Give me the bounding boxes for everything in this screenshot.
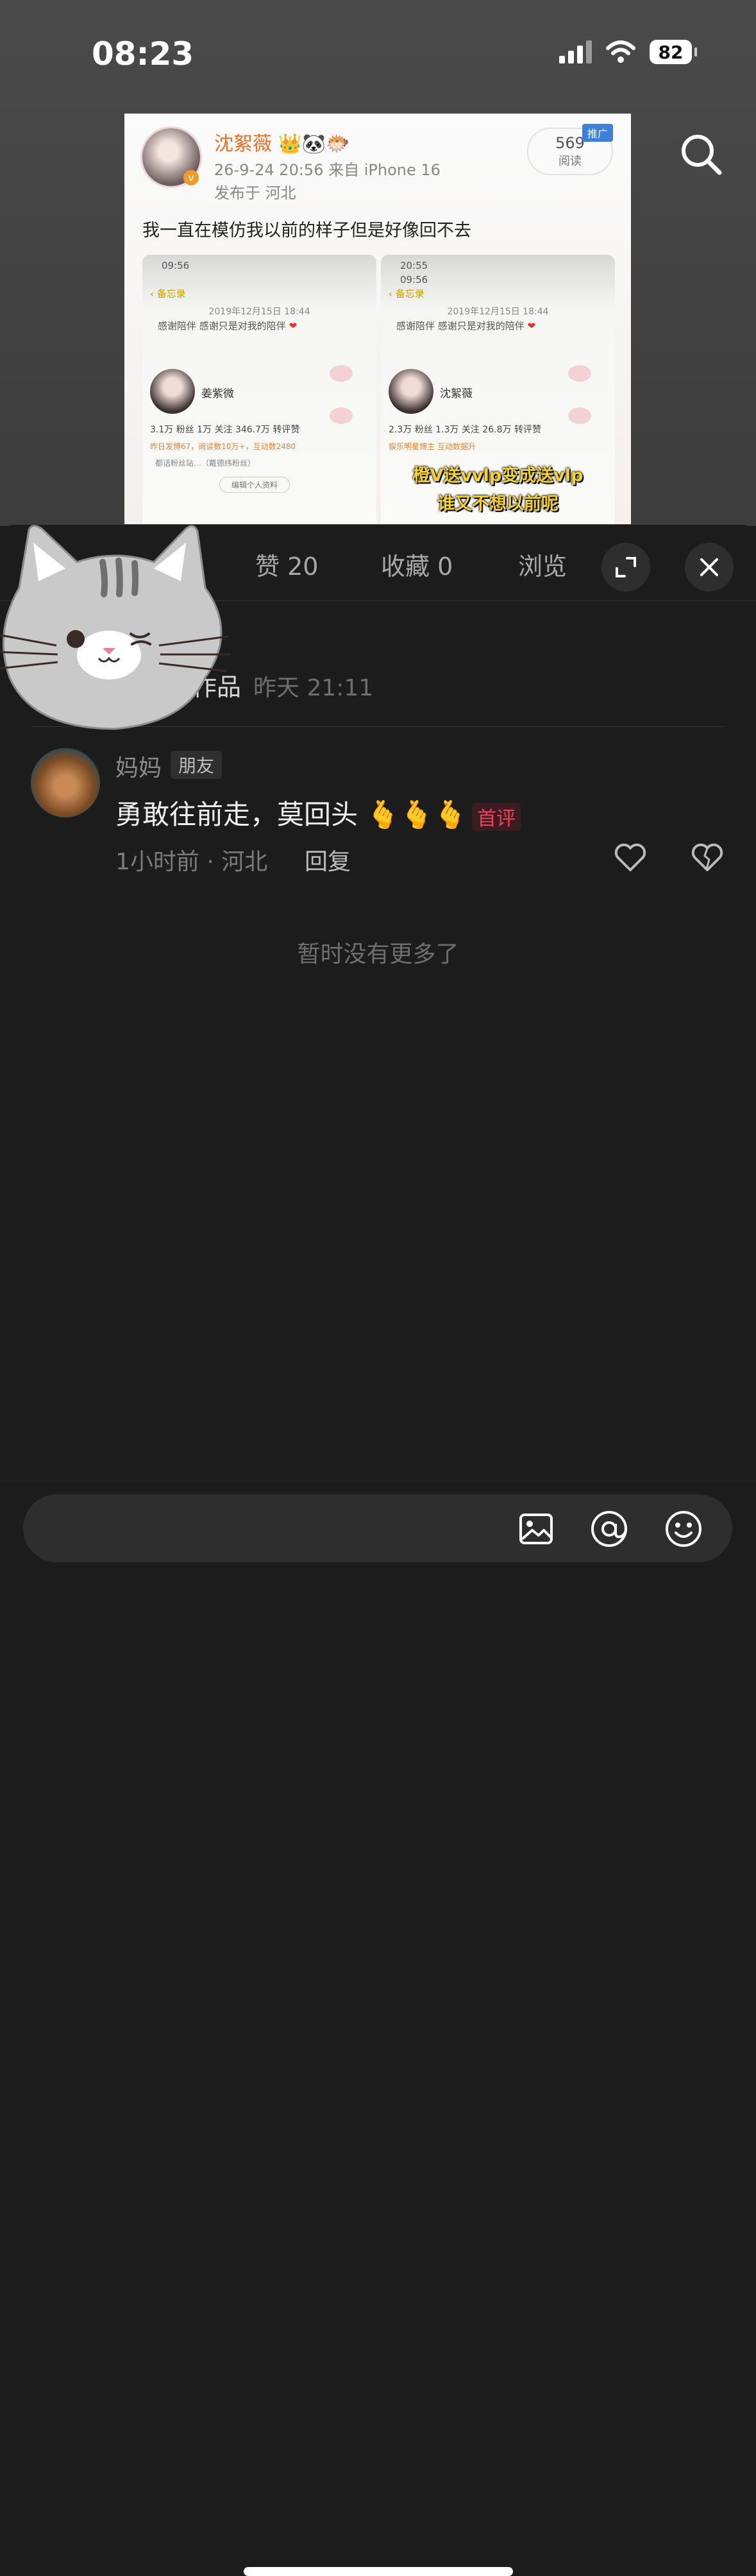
reply-button[interactable]: 回复	[305, 843, 351, 876]
shot-date: 2019年12月15日 18:44	[447, 307, 549, 317]
close-icon	[700, 558, 718, 576]
verified-badge-icon: v	[183, 170, 199, 185]
first-comment-tag: 首评	[472, 802, 521, 831]
post-meta-location: 发布于 河北	[214, 184, 296, 202]
embedded-screenshot-right: 20:55 09:56 ‹ 备忘录 2019年12月15日 18:44 感谢陪伴…	[381, 255, 615, 524]
shot-thanks: 感谢陪伴 感谢只是对我的陪伴 ❤	[158, 320, 298, 332]
comment-input-bar	[0, 1481, 756, 2576]
tab-favorites[interactable]: 收藏 0	[381, 547, 453, 582]
shot-name: 姜紫微	[201, 388, 234, 400]
shot-orange-line: 娱乐明星博主 互动数据升	[389, 442, 476, 451]
pig-sticker-icon	[568, 407, 591, 424]
broken-heart-icon[interactable]	[689, 839, 725, 875]
at-mention-icon[interactable]	[589, 1508, 630, 1549]
search-icon[interactable]	[678, 132, 723, 176]
emoji-icon[interactable]	[663, 1508, 704, 1549]
overlay-caption-1: 橙V送vvlp变成送vlp	[412, 466, 584, 486]
signal-icon	[559, 40, 592, 64]
commenter-avatar[interactable]	[31, 748, 100, 817]
comment-meta: 1小时前 · 河北	[115, 849, 268, 875]
shot-time: 09:56	[162, 260, 190, 271]
poster-name: 沈絮薇 👑🐼🐡	[214, 133, 350, 155]
pig-sticker-icon	[568, 365, 591, 382]
comment-input[interactable]	[62, 1512, 449, 1546]
embedded-screenshot-left: 09:56 ‹ 备忘录 2019年12月15日 18:44 感谢陪伴 感谢只是对…	[142, 255, 376, 524]
shot-name: 沈絮薇	[440, 388, 473, 400]
shot-time-2: 09:56	[400, 274, 428, 286]
status-icons: 82	[559, 40, 697, 64]
pig-sticker-icon	[330, 365, 353, 382]
shot-back-label: ‹ 备忘录	[150, 288, 186, 300]
image-icon[interactable]	[516, 1508, 557, 1549]
expand-button[interactable]	[601, 543, 650, 592]
no-more-text: 暂时没有更多了	[297, 941, 459, 968]
wifi-icon	[606, 40, 635, 63]
read-label: 阅读	[559, 155, 582, 168]
overlay-caption-2: 谁又不想以前呢	[437, 494, 559, 514]
shot-grey-line: 都话粉丝站…（戴德纬粉丝）	[155, 459, 256, 468]
status-time: 08:23	[92, 35, 194, 73]
tab-likes[interactable]: 赞 20	[255, 547, 318, 582]
shot-avatar	[150, 369, 195, 414]
home-indicator	[244, 2567, 513, 2576]
close-button[interactable]	[685, 543, 734, 592]
cat-sticker-icon	[0, 525, 231, 730]
shot-time: 20:55	[400, 260, 428, 271]
battery-icon: 82	[650, 40, 697, 64]
crown-emoji-icon: 👑🐼🐡	[278, 133, 350, 155]
promo-tag: 推广	[582, 124, 613, 142]
comment-input-pill[interactable]	[23, 1494, 732, 1562]
author-post-time: 昨天 21:11	[253, 675, 374, 701]
post-preview-area: 08:23 82 v 沈絮薇 👑🐼🐡 26-9-24 20:56 来自 iPho…	[0, 0, 756, 526]
commenter-name[interactable]: 妈妈	[115, 749, 162, 783]
shot-stats: 3.1万 粉丝 1万 关注 346.7万 转评赞	[150, 425, 300, 435]
shot-stats: 2.3万 粉丝 1.3万 关注 26.8万 转评赞	[389, 425, 541, 435]
expand-icon	[616, 557, 636, 577]
shot-thanks: 感谢陪伴 感谢只是对我的陪伴 ❤	[396, 320, 536, 332]
comment-text: 勇敢往前走，莫回头 🫰🫰🫰 首评	[115, 793, 521, 832]
post-meta-time: 26-9-24 20:56 来自 iPhone 16	[214, 161, 441, 179]
shot-back-label: ‹ 备忘录	[389, 288, 424, 300]
shot-date: 2019年12月15日 18:44	[208, 307, 310, 317]
pig-sticker-icon	[330, 407, 353, 424]
heart-icon[interactable]	[612, 839, 648, 875]
friend-badge: 朋友	[171, 751, 223, 779]
post-text: 我一直在模仿我以前的样子但是好像回不去	[142, 221, 471, 241]
shot-avatar	[389, 369, 433, 414]
tab-views[interactable]: 浏览	[518, 547, 567, 582]
shot-edit-profile: 编辑个人资料	[219, 477, 290, 493]
shot-orange-line: 昨日发博67，阅读数10万+，互动数2480	[150, 442, 296, 451]
post-image[interactable]: v 沈絮薇 👑🐼🐡 26-9-24 20:56 来自 iPhone 16 发布于…	[124, 114, 631, 524]
